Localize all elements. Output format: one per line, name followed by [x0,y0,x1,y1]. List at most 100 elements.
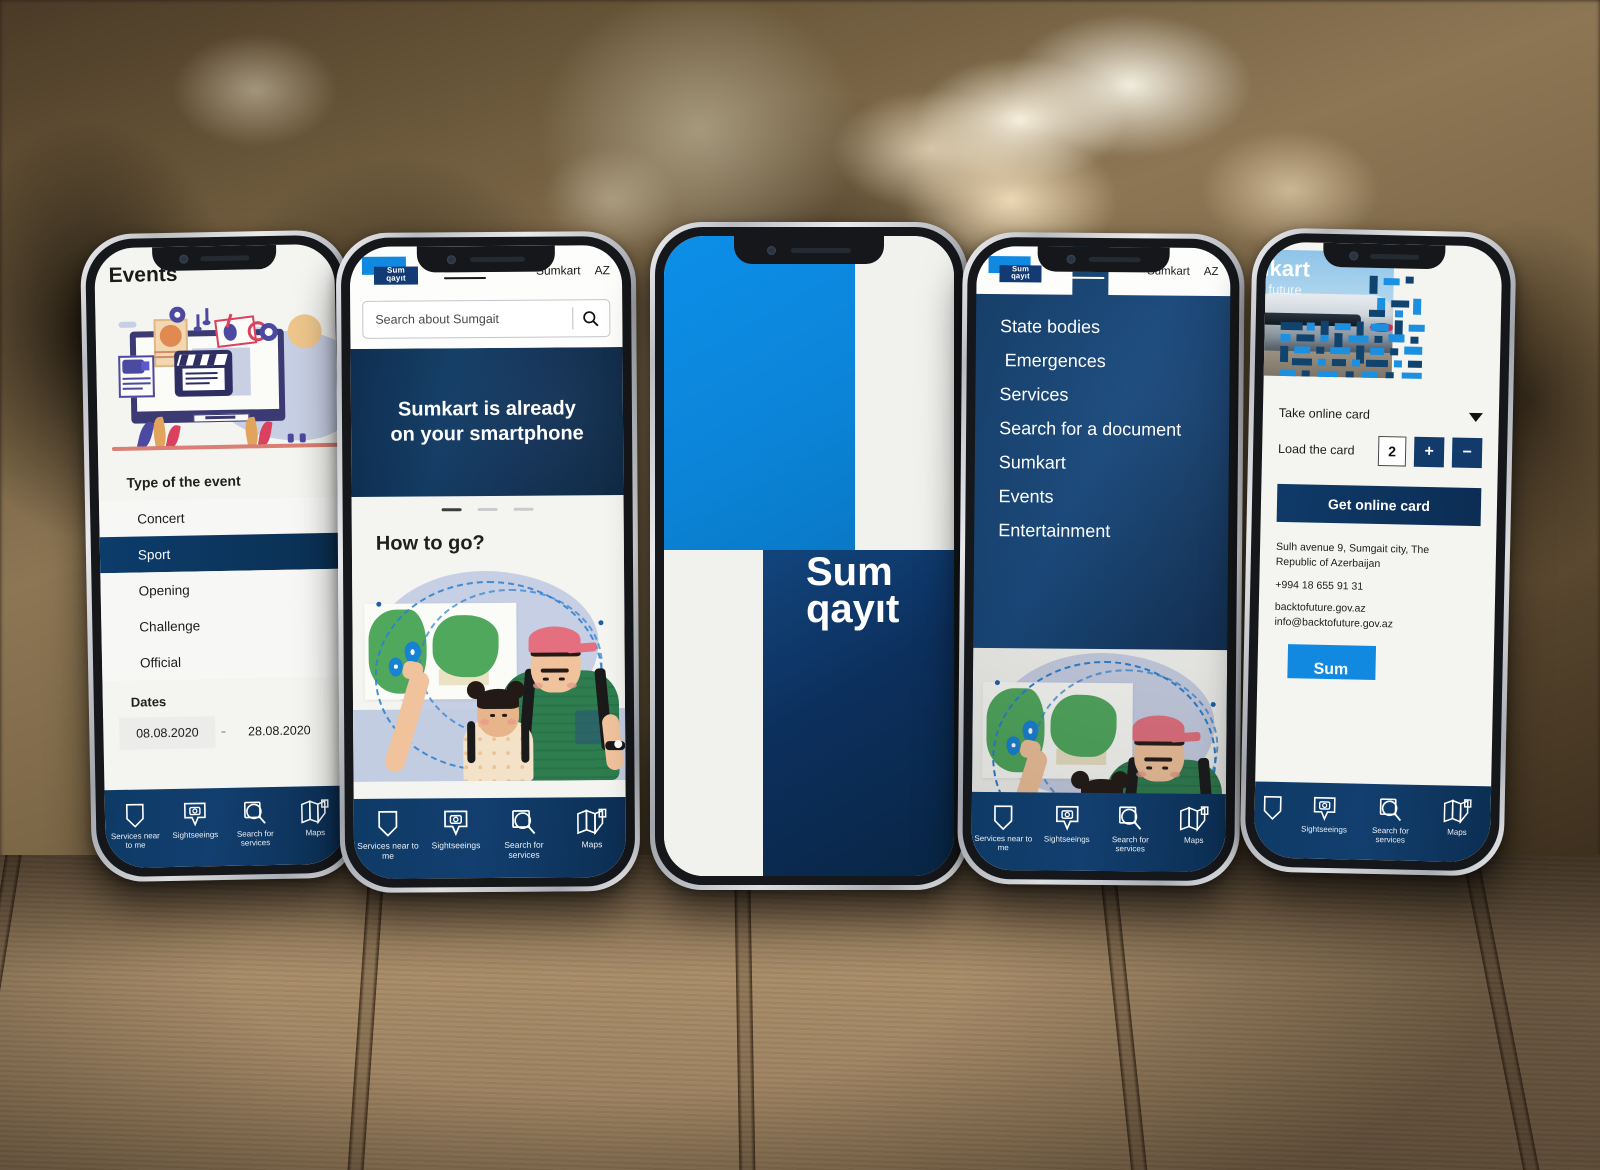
plank-seam [733,855,757,1170]
hero-line1: Sumkart is already [397,397,576,421]
folded-map-icon [285,795,346,826]
menu-item-state-bodies[interactable]: State bodies [1000,316,1230,339]
date-range: 08.08.2020 28.08.2020 [103,714,344,751]
carousel-dot[interactable] [513,507,534,511]
menu-item-emergences[interactable]: Emergences [1000,350,1230,373]
plank-seam [0,855,28,1170]
tab-sightseeings[interactable]: Sightseeings [1291,791,1358,835]
qr-code [1276,270,1430,385]
tab-sightseeings[interactable]: Sightseeings [422,807,490,851]
camera-pin-icon [1291,791,1358,822]
tab-label: Search for services [236,829,274,848]
dates-title: Dates [102,676,344,719]
language-switcher[interactable]: AZ [1204,266,1219,278]
tab-search-services[interactable]: Search for services [1357,793,1425,846]
carousel-dot[interactable] [477,507,498,512]
tab-search-services[interactable]: Search for services [490,807,558,861]
folded-map-icon [1424,794,1491,825]
tab-maps[interactable]: Maps [1162,803,1226,847]
menu-item-events[interactable]: Events [998,486,1228,509]
magnifier-icon [225,796,286,827]
map-pin-icon [1254,790,1291,821]
search-icon[interactable] [573,310,607,327]
logo-line2: qayıt [1011,271,1030,281]
camera-pin-icon [422,807,490,837]
bottom-tab-bar: Services near to me Sightseeings Search … [104,785,346,869]
event-type-list: Concert Sport Opening Challenge Official [98,496,343,682]
quantity-increase-button[interactable]: + [1413,436,1445,468]
folded-map-icon [558,806,626,836]
tab-services-near-me[interactable]: Services near to me [354,807,422,861]
event-type-option-selected[interactable]: Sport [99,532,341,574]
tab-label: Services near to me [110,831,160,850]
table-vignette [0,855,1600,1170]
tab-label: Sightseeings [431,840,481,851]
tab-label: Sightseeings [172,830,219,840]
tab-search-services[interactable]: Search for services [1098,802,1162,854]
splash-line2: qayıt [806,586,900,631]
splash-wordmark: Sum qayıt [806,552,900,631]
event-type-option[interactable]: Opening [100,568,341,610]
tab-services-near-me[interactable]: Services near to me [971,801,1035,853]
chevron-down-icon[interactable] [1468,412,1483,422]
magnifier-icon [490,807,558,837]
tab-label: Search for services [1371,825,1409,845]
card-type-select[interactable]: Take online card [1278,402,1483,436]
phone-splash: Sum qayıt [650,222,968,890]
carousel-dot-active[interactable] [441,508,462,512]
option-label: Concert [137,510,185,527]
tab-label: Maps [1447,827,1467,837]
menu-item-sumkart[interactable]: Sumkart [999,452,1229,475]
menu-item-label: Events [998,486,1054,507]
date-from-field[interactable]: 08.08.2020 [119,716,216,750]
tab-sightseeings[interactable]: Sightseeings [165,797,226,841]
menu-item-label: Sumkart [998,452,1066,473]
menu-item-entertainment[interactable]: Entertainment [998,520,1228,543]
tab-label: Sightseeings [1300,824,1347,835]
quantity-decrease-button[interactable]: − [1451,437,1483,469]
search-input[interactable]: Search about Sumgait [362,299,611,339]
brand-logo[interactable]: Sum qayıt [361,256,419,286]
carousel-indicators[interactable] [351,495,624,523]
event-type-option[interactable]: Official [101,640,343,682]
plank-seam [1094,855,1156,1170]
footer-logo[interactable]: Sum [1287,644,1377,681]
menu-item-services[interactable]: Services [999,384,1229,407]
map-pin-icon [972,801,1036,832]
quantity-stepper-value[interactable]: 2 [1377,435,1407,467]
tab-label: Services near to me [974,833,1033,853]
date-to-field[interactable]: 28.08.2020 [231,714,328,748]
travellers-map-illustration [352,564,626,782]
tab-maps[interactable]: Maps [1424,794,1491,838]
phone-menu: Sum qayıt Sumkart AZ State bodies Emerge… [957,231,1245,887]
brand-logo[interactable]: Sum qayıt [988,256,1042,284]
tab-services-near-me[interactable] [1254,790,1291,821]
tab-label: Search for services [1111,835,1149,854]
menu-item-search-document[interactable]: Search for a document [999,418,1229,441]
tab-search-services[interactable]: Search for services [225,796,286,849]
tab-maps[interactable]: Maps [558,806,626,850]
menu-item-label: Services [999,384,1069,405]
tab-services-near-me[interactable]: Services near to me [105,798,166,851]
select-value: Take online card [1278,405,1371,422]
phone-number[interactable]: +994 18 655 91 31 [1275,570,1479,597]
magnifier-icon [1099,802,1163,833]
search-placeholder: Search about Sumgait [375,311,500,327]
date-range-separator [221,730,226,734]
map-pin-icon [354,807,422,837]
quantity-label: Load the card [1277,441,1355,458]
event-type-option[interactable]: Concert [98,496,340,538]
mockup-scene: Events Type of the event Concert Sport O… [0,0,1600,1170]
folded-map-icon [1162,803,1226,834]
event-type-option[interactable]: Challenge [101,604,342,646]
bottom-tab-bar: Services near to me Sightseeings Search … [971,791,1226,873]
tab-maps[interactable]: Maps [285,795,346,839]
language-switcher[interactable]: AZ [595,263,610,277]
logo-line2: qayıt [386,273,406,283]
tab-sightseeings[interactable]: Sightseeings [1035,801,1099,845]
contact-info: Sulh avenue 9, Sumgait city, The Republi… [1274,522,1480,634]
get-online-card-button[interactable]: Get online card [1276,483,1482,527]
load-card-row: Load the card 2 + − [1278,432,1483,478]
email-link[interactable]: info@backtofuture.gov.az [1274,615,1478,634]
splash-screen: Sum qayıt [664,236,954,876]
